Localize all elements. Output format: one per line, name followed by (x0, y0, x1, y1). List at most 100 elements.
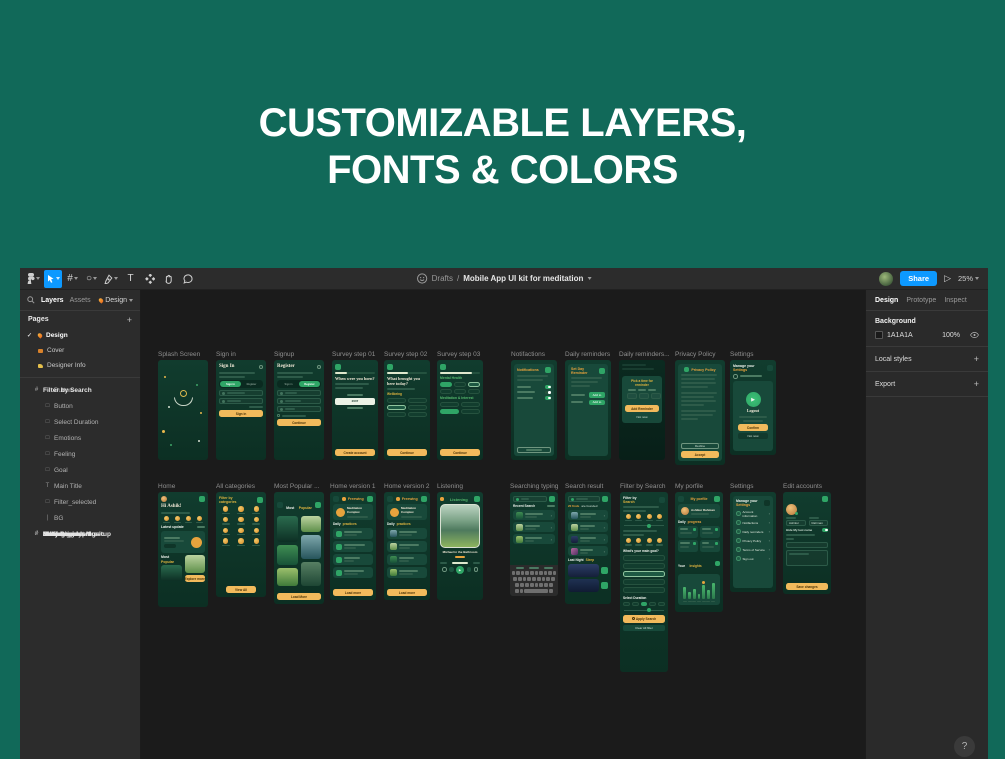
page-item-design[interactable]: ✓ Design (20, 328, 140, 343)
play-button[interactable]: ▶ (456, 566, 464, 574)
color-hex[interactable]: 1A1A1A (887, 332, 913, 339)
keyboard[interactable] (510, 565, 558, 597)
canvas-frame-privacy-policy[interactable]: Privacy Policy Privacy Policy De (675, 360, 725, 465)
canvas-frame-listening[interactable]: Listening Listening Michael in the Bathr… (437, 492, 483, 600)
most-popular-phone[interactable]: Most Popular Load More (274, 492, 324, 604)
frame-label[interactable]: Privacy Policy (675, 351, 715, 358)
practice-row[interactable] (333, 528, 373, 539)
frame-label[interactable]: Most Popular ... (274, 483, 320, 490)
my-profile-phone[interactable]: My porfile Ashikur Rahman Dailyprogress … (675, 492, 723, 612)
goal-pill[interactable] (623, 587, 665, 593)
option-pill-selected[interactable] (387, 405, 406, 410)
shuffle-button[interactable] (442, 567, 447, 572)
minute-input[interactable] (639, 393, 649, 399)
checkbox[interactable] (277, 414, 280, 417)
profile-card[interactable]: Ashikur Rahman (678, 504, 720, 518)
all-categories-phone[interactable]: Filter by categories View All (216, 492, 266, 597)
clear-filter-button[interactable]: Clear All filter (623, 625, 665, 631)
practice-row[interactable] (387, 541, 427, 552)
canvas-frame-search-result[interactable]: Search result 20 findsare founded › › › … (565, 492, 611, 604)
frame-label[interactable]: All categories (216, 483, 255, 490)
back-button[interactable] (440, 364, 446, 370)
featured-card[interactable]: Meditation Complex (387, 504, 427, 520)
key[interactable] (549, 589, 553, 594)
settings-menu-item[interactable]: Terms of Service › (736, 545, 770, 554)
profile-button[interactable] (367, 496, 373, 502)
key-row[interactable] (512, 589, 557, 594)
canvas-frame-most-popular[interactable]: Most Popular ... Most Popular (274, 492, 324, 604)
layer-row[interactable]: □ Feeling (20, 446, 140, 462)
duration-slider[interactable] (624, 610, 664, 611)
option-pill-selected[interactable] (440, 382, 452, 387)
search-icon[interactable] (27, 296, 35, 304)
move-tool[interactable] (44, 270, 62, 288)
password-field[interactable] (219, 398, 263, 404)
goal-pill[interactable] (623, 579, 665, 585)
not-now-button[interactable]: Not now (738, 433, 769, 439)
settings-menu-item[interactable]: Privacy Policy › (736, 536, 770, 545)
frame-label[interactable]: Survey step 03 (437, 351, 480, 358)
resources-tool[interactable] (141, 270, 158, 288)
pen-tool[interactable] (102, 270, 120, 288)
layer-row[interactable]: □ Filter_selected (20, 494, 140, 510)
sign-in-button[interactable]: Sign in (219, 410, 263, 417)
frame-label[interactable]: Search result (565, 483, 603, 490)
frame-label[interactable]: Survey step 02 (384, 351, 427, 358)
option-pill[interactable] (387, 398, 406, 403)
frame-label[interactable]: Notifactions (511, 351, 545, 358)
frame-label[interactable]: My porfile (675, 483, 703, 490)
option-pill[interactable] (454, 382, 466, 387)
back-button[interactable] (387, 364, 393, 370)
notifications-phone[interactable]: Notifications (511, 360, 557, 460)
practice-row[interactable] (333, 567, 373, 578)
option-pill[interactable] (387, 412, 406, 417)
option-pill[interactable] (440, 402, 459, 407)
goal-pill[interactable] (623, 563, 665, 569)
toggle-inactive[interactable]: Register (241, 381, 262, 387)
name-field[interactable] (277, 390, 321, 396)
music-image-card[interactable] (301, 516, 322, 532)
frame-label[interactable]: Signup (274, 351, 294, 358)
ampm-input[interactable] (651, 393, 661, 399)
frame-label[interactable]: Searching typing (510, 483, 558, 490)
file-title[interactable]: Mobile App UI kit for meditation (463, 274, 583, 283)
search-button[interactable] (602, 496, 608, 502)
key[interactable] (520, 589, 524, 594)
play-button[interactable] (336, 531, 342, 537)
option-pill[interactable] (461, 409, 480, 414)
page-item-designer-info[interactable]: Designer Info (20, 358, 140, 373)
load-more-button[interactable]: Load more (333, 589, 373, 596)
option-pill[interactable] (454, 389, 466, 394)
result-row[interactable]: › (568, 510, 608, 520)
continue-button[interactable]: Continue (440, 449, 480, 456)
filter-search-phone[interactable]: Filter by Search What's your main goal? (620, 492, 668, 672)
music-image-card[interactable] (277, 545, 298, 565)
category-grid[interactable] (219, 506, 263, 546)
daily-reminders-phone[interactable]: Set Day Reminder Add to Add to (565, 360, 611, 460)
canvas-frame-all-categories[interactable]: All categories Filter by categories View… (216, 492, 266, 597)
canvas-frame-signup[interactable]: Signup Register Sign in Register Continu… (274, 360, 324, 460)
toggle-inactive[interactable]: Sign in (278, 381, 299, 387)
explore-more-button[interactable]: Explore more (185, 575, 206, 582)
color-swatch[interactable] (875, 331, 883, 339)
shape-tool[interactable]: ○ (83, 270, 100, 288)
result-row[interactable]: › (568, 522, 608, 532)
popular-image-card[interactable] (161, 565, 182, 581)
search-button[interactable] (257, 497, 263, 503)
option-pill[interactable] (468, 389, 480, 394)
goal-pill-selected[interactable] (623, 571, 665, 577)
view-all-line[interactable] (197, 526, 205, 528)
canvas-frame-home[interactable]: Home Hi Ashik! Latest update (158, 492, 208, 607)
menu-button[interactable] (387, 496, 393, 502)
add-button[interactable]: Add to (589, 392, 605, 398)
next-button[interactable] (467, 567, 472, 572)
main-menu-button[interactable] (25, 270, 42, 288)
layer-row[interactable]: | BG (20, 510, 140, 526)
avatar[interactable] (161, 496, 167, 502)
not-now-button[interactable]: Not now (625, 414, 659, 420)
toggle-on[interactable] (545, 385, 551, 389)
play-button[interactable] (601, 582, 608, 589)
recent-row[interactable]: › (513, 510, 555, 520)
edit-button[interactable] (714, 496, 720, 502)
popular-image-card[interactable] (185, 555, 206, 573)
